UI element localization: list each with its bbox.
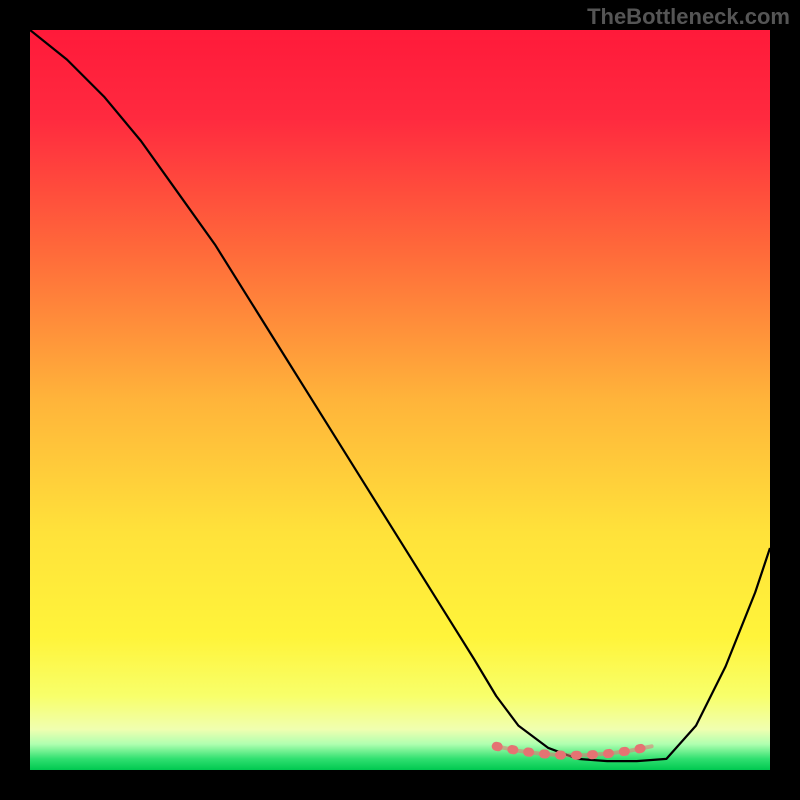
plot-area <box>30 30 770 770</box>
watermark-text: TheBottleneck.com <box>587 4 790 30</box>
chart-svg <box>30 30 770 770</box>
chart-container: TheBottleneck.com <box>0 0 800 800</box>
